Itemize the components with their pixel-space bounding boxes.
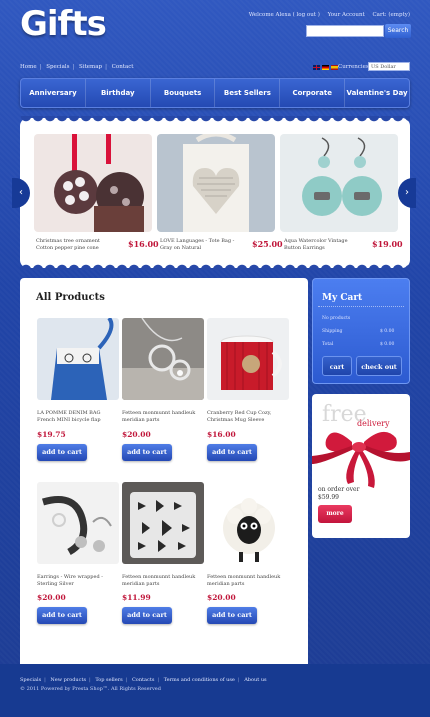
menu-bouquets[interactable]: Bouquets (151, 79, 216, 107)
add-to-cart-button[interactable]: add to cart (37, 607, 87, 624)
menu-best-sellers[interactable]: Best Sellers (215, 79, 281, 107)
add-to-cart-button[interactable]: add to cart (207, 607, 257, 624)
my-cart-title: My Cart (322, 293, 363, 303)
slider-scallop-bottom (20, 258, 410, 270)
more-button[interactable]: more (318, 505, 352, 523)
menu-anniversary[interactable]: Anniversary (21, 79, 86, 107)
user-links: Welcome Alexa ( log out ) Your Account C… (243, 12, 410, 18)
slide-image-tote[interactable] (157, 134, 275, 232)
product-image-sheep[interactable] (207, 482, 289, 564)
shipping-label: Shipping (322, 329, 343, 334)
shipping-value: $ 0.00 (380, 329, 395, 334)
checkout-button[interactable]: check out (356, 356, 402, 376)
total-value: $ 0.00 (380, 342, 395, 347)
language-flags (313, 65, 338, 70)
add-to-cart-button[interactable]: add to cart (37, 444, 87, 461)
flag-spain-icon[interactable] (331, 65, 338, 70)
product-name[interactable]: LA POMME DENIM BAG French MINI bicycle f… (37, 410, 117, 423)
menu-birthday[interactable]: Birthday (86, 79, 151, 107)
add-to-cart-button[interactable]: add to cart (207, 444, 257, 461)
product-price: $20.00 (207, 593, 236, 602)
order-text: on order over (318, 486, 360, 493)
currency-label: Currencies (338, 64, 369, 70)
product-price: $16.00 (207, 430, 236, 439)
product-price: $20.00 (37, 593, 66, 602)
total-label: Total (322, 342, 334, 347)
order-threshold: on order over $59.99 (318, 486, 359, 502)
order-amount: $59.99 (318, 494, 339, 501)
slide-price: $25.00 (252, 239, 283, 249)
cart-divider (318, 306, 404, 307)
main-menu: Anniversary Birthday Bouquets Best Selle… (20, 78, 410, 108)
welcome-text[interactable]: Welcome Alexa ( log out ) (249, 12, 320, 18)
copyright-text: © 2011 Powered by Presta Shop™. All Righ… (20, 686, 161, 692)
product-image-cup-cozy[interactable] (207, 318, 289, 400)
search-input[interactable] (306, 25, 384, 37)
search-button[interactable]: Search (385, 24, 411, 38)
nav-home[interactable]: Home (20, 64, 37, 70)
slide-caption: LOVE Languages - Tote Bag - Gray on Natu… (160, 238, 235, 251)
cart-link[interactable]: Cart: (empty) (372, 12, 410, 18)
delivery-heading: delivery (357, 419, 390, 428)
product-name[interactable]: Fetteen monmunnt handleuk meridian parts (122, 574, 202, 587)
flag-germany-icon[interactable] (322, 65, 329, 70)
slide-price: $19.00 (372, 239, 403, 249)
slide-price: $16.00 (128, 239, 159, 249)
flag-uk-icon[interactable] (313, 65, 320, 70)
footer-link-new-products[interactable]: New products (50, 677, 86, 683)
product-price: $19.75 (37, 430, 66, 439)
add-to-cart-button[interactable]: add to cart (122, 607, 172, 624)
product-name[interactable]: Fetteen monmunnt handleuk meridian parts (122, 410, 202, 423)
nav-specials[interactable]: Specials (46, 64, 69, 70)
product-price: $20.00 (122, 430, 151, 439)
top-nav: Home | Specials | Sitemap | Contact (20, 64, 134, 70)
products-title: All Products (36, 292, 105, 303)
footer-link-terms[interactable]: Terms and conditions of use (164, 677, 235, 683)
product-price: $11.99 (122, 593, 151, 602)
product-image-bag[interactable] (37, 318, 119, 400)
footer-link-about[interactable]: About us (244, 677, 266, 683)
footer-links: Specials | New products | Top sellers | Con… (20, 677, 267, 683)
product-name[interactable]: Fetteen monmunnt handleuk meridian parts (207, 574, 287, 587)
product-name[interactable]: Earrings - Wire wrapped - Sterling Silve… (37, 574, 117, 587)
slide-image-ornament[interactable] (34, 134, 152, 232)
site-logo[interactable]: Gifts (20, 4, 107, 44)
product-image-pillow[interactable] (122, 482, 204, 564)
nav-contact[interactable]: Contact (112, 64, 134, 70)
slide-image-earrings[interactable] (280, 134, 398, 232)
nav-sitemap[interactable]: Sitemap (79, 64, 102, 70)
account-link[interactable]: Your Account (328, 12, 365, 18)
add-to-cart-button[interactable]: add to cart (122, 444, 172, 461)
slide-caption: Aqua Watercolor Vintage Button Earrings (284, 238, 348, 251)
slider-scallop-top (20, 116, 410, 128)
product-name[interactable]: Cranberry Red Cup Cozy, Christmas Mug Sl… (207, 410, 287, 423)
cart-empty-text: No products (322, 316, 351, 321)
footer-link-contacts[interactable]: Contacts (132, 677, 154, 683)
slide-caption: Christmas tree ornament Cotton pepper pi… (36, 238, 100, 251)
menu-valentines-day[interactable]: Valentine's Day (345, 79, 409, 107)
product-image-earrings-wire[interactable] (37, 482, 119, 564)
currency-select[interactable]: US Dollar (368, 62, 410, 71)
footer-link-top-sellers[interactable]: Top sellers (95, 677, 122, 683)
menu-corporate[interactable]: Corporate (280, 79, 346, 107)
product-image-pendant[interactable] (122, 318, 204, 400)
view-cart-button[interactable]: cart (322, 356, 352, 376)
footer-link-specials[interactable]: Specials (20, 677, 41, 683)
